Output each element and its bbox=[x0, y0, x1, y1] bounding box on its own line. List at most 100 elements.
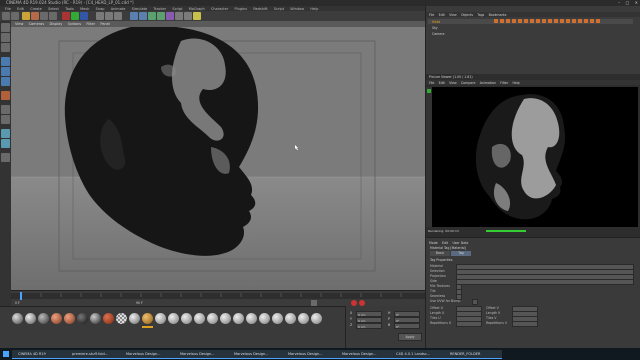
taskbar-item[interactable]: Marvelous Design... bbox=[120, 350, 178, 359]
coord-b-field[interactable]: 0° bbox=[394, 323, 420, 329]
light-icon[interactable] bbox=[193, 12, 201, 20]
material-swatch[interactable] bbox=[38, 313, 49, 324]
camera-icon[interactable] bbox=[184, 12, 192, 20]
material-swatch[interactable] bbox=[64, 313, 75, 324]
material-swatch[interactable] bbox=[168, 313, 179, 324]
z-axis-icon[interactable] bbox=[80, 12, 88, 20]
cube-icon[interactable] bbox=[130, 12, 138, 20]
om-menu-view[interactable]: View bbox=[449, 13, 457, 17]
pv-menu-animation[interactable]: Animation bbox=[480, 81, 496, 85]
material-swatch[interactable] bbox=[181, 313, 192, 324]
solo-icon[interactable] bbox=[1, 139, 10, 148]
pv-menu-filter[interactable]: Filter bbox=[500, 81, 508, 85]
material-swatch[interactable] bbox=[90, 313, 101, 324]
perspective-viewport[interactable]: View Cameras Display Options Filter Pane… bbox=[11, 21, 425, 290]
side-dropdown[interactable] bbox=[456, 279, 634, 285]
window-controls[interactable]: – □ ✕ bbox=[618, 0, 638, 5]
material-swatch[interactable] bbox=[233, 313, 244, 324]
material-swatch[interactable] bbox=[220, 313, 231, 324]
material-swatch[interactable] bbox=[51, 313, 62, 324]
polygons-mode-icon[interactable] bbox=[1, 77, 10, 86]
points-mode-icon[interactable] bbox=[1, 57, 10, 66]
snap-icon[interactable] bbox=[1, 105, 10, 114]
grid-icon[interactable] bbox=[1, 153, 10, 162]
material-swatch[interactable] bbox=[259, 313, 270, 324]
material-swatch[interactable] bbox=[311, 313, 322, 324]
material-swatch[interactable] bbox=[129, 313, 140, 324]
material-swatch[interactable] bbox=[116, 313, 127, 324]
taskbar-item[interactable]: Marvelous Design... bbox=[336, 350, 394, 359]
uvw-bump-checkbox[interactable] bbox=[472, 299, 478, 305]
floor-icon[interactable] bbox=[175, 12, 183, 20]
close-button[interactable]: ✕ bbox=[635, 0, 638, 5]
texture-mode-icon[interactable] bbox=[1, 33, 10, 42]
om-menu-tags[interactable]: Tags bbox=[477, 13, 484, 17]
tab-basic[interactable]: Basic bbox=[430, 251, 450, 256]
material-swatch[interactable] bbox=[207, 313, 218, 324]
workplane-lock-icon[interactable] bbox=[1, 115, 10, 124]
taskbar-item[interactable]: premiere-stuff-fold... bbox=[66, 350, 124, 359]
render-view-icon[interactable] bbox=[96, 12, 104, 20]
pv-menu-help[interactable]: Help bbox=[512, 81, 519, 85]
taskbar-item[interactable]: CINEMA 4D R19 bbox=[12, 350, 70, 359]
render-settings-icon[interactable] bbox=[114, 12, 122, 20]
am-menu-edit[interactable]: Edit bbox=[442, 241, 448, 245]
spline-icon[interactable] bbox=[139, 12, 147, 20]
material-swatch[interactable] bbox=[298, 313, 309, 324]
apply-button[interactable]: Apply bbox=[398, 333, 422, 341]
rotate-icon[interactable] bbox=[49, 12, 57, 20]
y-axis-icon[interactable] bbox=[71, 12, 79, 20]
material-swatch[interactable] bbox=[103, 313, 114, 324]
om-menu-edit[interactable]: Edit bbox=[439, 13, 445, 17]
sculpt-icon[interactable] bbox=[1, 129, 10, 138]
start-icon[interactable] bbox=[3, 351, 9, 357]
timeline[interactable]: 0 F 90 F bbox=[11, 290, 425, 307]
object-row[interactable]: Sky bbox=[428, 25, 633, 30]
material-swatch[interactable] bbox=[25, 313, 36, 324]
material-swatch[interactable] bbox=[272, 313, 283, 324]
pv-play-icon[interactable] bbox=[427, 89, 431, 93]
object-row[interactable]: Camera bbox=[428, 31, 633, 36]
coord-z-field[interactable]: 0 cm bbox=[356, 323, 382, 329]
live-select-icon[interactable] bbox=[22, 12, 30, 20]
undo-icon[interactable] bbox=[2, 12, 10, 20]
taskbar-item[interactable]: Marvelous Design... bbox=[282, 350, 340, 359]
repetitions-u-field[interactable] bbox=[456, 321, 482, 327]
deformer-icon[interactable] bbox=[166, 12, 174, 20]
pv-menu-compare[interactable]: Compare bbox=[461, 81, 475, 85]
om-menu-objects[interactable]: Objects bbox=[461, 13, 473, 17]
workplane-icon[interactable] bbox=[1, 43, 10, 52]
material-swatch[interactable] bbox=[155, 313, 166, 324]
x-axis-icon[interactable] bbox=[62, 12, 70, 20]
render-canvas[interactable] bbox=[432, 87, 638, 227]
material-swatch[interactable] bbox=[77, 313, 88, 324]
taskbar-item[interactable]: Marvelous Design... bbox=[228, 350, 286, 359]
taskbar-item[interactable]: Marvelous Design... bbox=[174, 350, 232, 359]
material-swatch[interactable] bbox=[142, 313, 153, 324]
taskbar-item[interactable]: C4D 4.0.1 Landsc... bbox=[390, 350, 448, 359]
redo-icon[interactable] bbox=[11, 12, 19, 20]
minimize-button[interactable]: – bbox=[618, 0, 620, 5]
tab-tag[interactable]: Tag bbox=[451, 251, 471, 256]
move-icon[interactable] bbox=[31, 12, 39, 20]
om-menu-bookmarks[interactable]: Bookmarks bbox=[489, 13, 507, 17]
am-menu-user-data[interactable]: User Data bbox=[452, 241, 468, 245]
repetitions-v-field[interactable] bbox=[512, 321, 538, 327]
am-menu-mode[interactable]: Mode bbox=[429, 241, 438, 245]
model-mode-icon[interactable] bbox=[1, 23, 10, 32]
nurbs-icon[interactable] bbox=[148, 12, 156, 20]
material-swatch[interactable] bbox=[246, 313, 257, 324]
material-swatch[interactable] bbox=[285, 313, 296, 324]
pv-menu-view[interactable]: View bbox=[449, 81, 457, 85]
material-swatch[interactable] bbox=[12, 313, 23, 324]
uv-mode-icon[interactable] bbox=[1, 91, 10, 100]
maximize-button[interactable]: □ bbox=[626, 0, 630, 5]
edges-mode-icon[interactable] bbox=[1, 67, 10, 76]
array-icon[interactable] bbox=[157, 12, 165, 20]
pv-menu-file[interactable]: File bbox=[429, 81, 434, 85]
scale-icon[interactable] bbox=[40, 12, 48, 20]
pv-menu-edit[interactable]: Edit bbox=[439, 81, 445, 85]
om-menu-file[interactable]: File bbox=[429, 13, 434, 17]
material-swatch[interactable] bbox=[194, 313, 205, 324]
taskbar-item[interactable]: RENDER_FOLDER bbox=[444, 350, 502, 359]
